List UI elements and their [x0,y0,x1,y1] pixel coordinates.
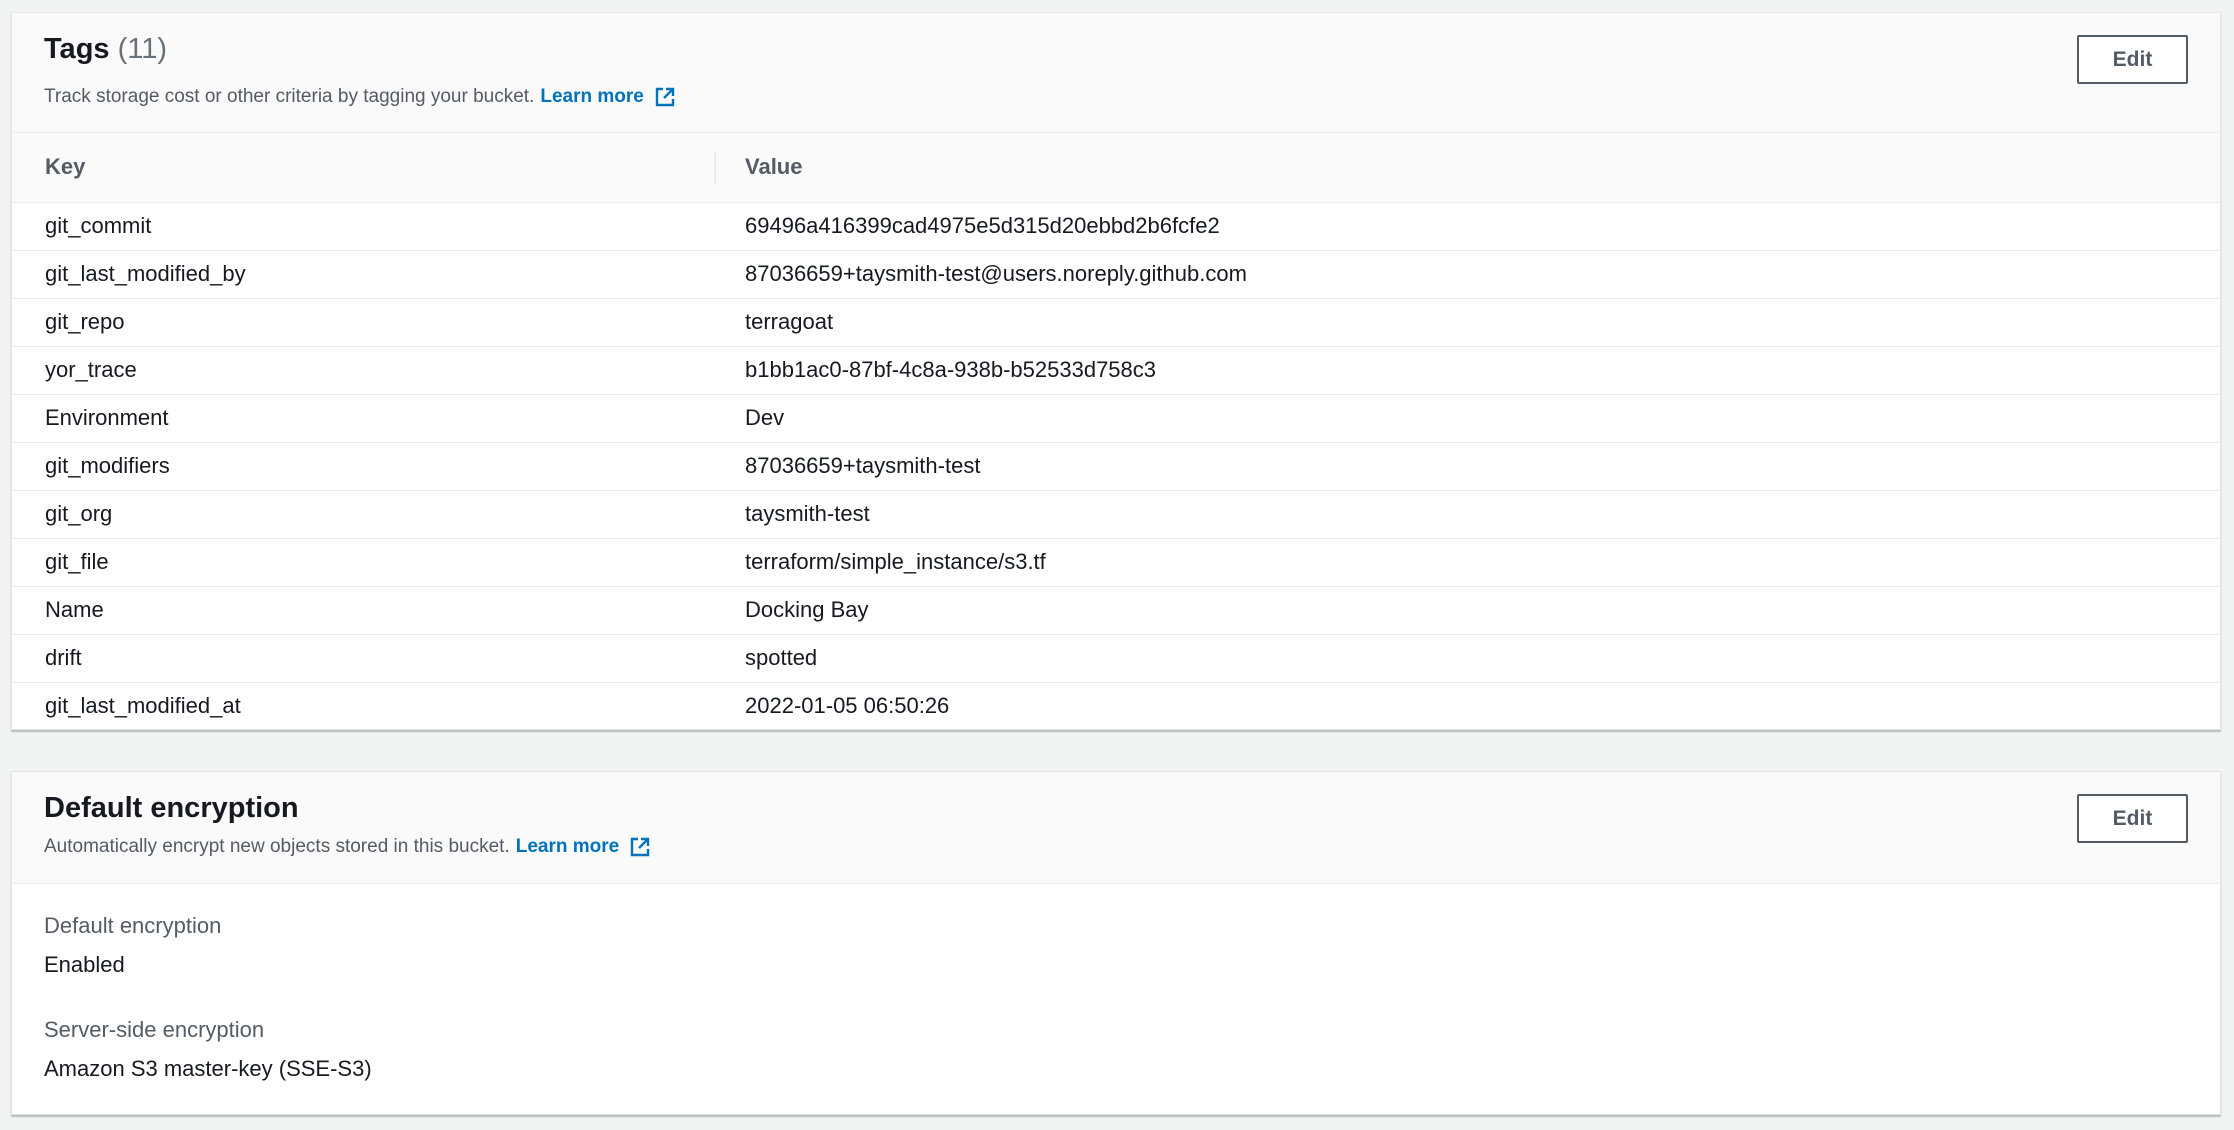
default-encryption-value: Enabled [44,952,125,977]
column-header-key[interactable]: Key [12,133,714,202]
encryption-title: Default encryption [44,792,299,824]
encryption-panel: Default encryption Automatically encrypt… [11,771,2221,1115]
default-encryption-label: Default encryption [44,913,222,938]
tag-key: git_repo [12,298,714,347]
table-row: git_last_modified_by 87036659+taysmith-te… [12,250,2220,299]
server-side-encryption-label: Server-side encryption [44,1017,265,1042]
table-row: Name Docking Bay [12,586,2220,635]
encryption-learn-more-link[interactable]: Learn more [516,836,619,858]
tag-value: 2022-01-05 06:50:26 [745,693,950,719]
tags-learn-more-link[interactable]: Learn more [540,86,643,108]
external-link-icon[interactable] [629,836,651,858]
tag-value: 69496a416399cad4975e5d315d20ebbd2b6fcfe2 [714,202,2220,251]
tag-value: 87036659+taysmith-test@users.noreply.git… [714,250,2220,299]
tag-key: git_last_modified_at [45,693,241,719]
tag-key: git_modifiers [12,442,714,491]
tag-key: git_last_modified_by [12,250,714,299]
tags-count: (11) [117,33,168,65]
server-side-encryption-value: Amazon S3 master-key (SSE-S3) [44,1056,372,1081]
table-row: git_last_modified_at 2022-01-05 06:50:26 [12,682,2220,730]
encryption-edit-button[interactable]: Edit [2077,794,2188,843]
table-row: git_file terraform/simple_instance/s3.tf [12,538,2220,587]
external-link-icon[interactable] [654,86,676,108]
tags-table-header-row: Key Value [12,133,2220,202]
column-divider[interactable] [714,151,716,185]
tag-key: git_file [12,538,714,587]
tags-description: Track storage cost or other criteria by … [44,86,676,108]
tags-table-body: git_commit 69496a416399cad4975e5d315d20eb… [12,202,2220,730]
tag-value: taysmith-test [714,490,2220,539]
tags-title-text: Tags [44,33,110,65]
tag-key: Environment [12,394,714,443]
tag-key: yor_trace [12,346,714,395]
tags-panel: Tags (11) Track storage cost or other cr… [11,12,2221,730]
table-row: drift spotted [12,634,2220,683]
encryption-description: Automatically encrypt new objects stored… [44,836,651,858]
tag-key: git_org [12,490,714,539]
tag-value: Docking Bay [714,586,2220,635]
tag-value: b1bb1ac0-87bf-4c8a-938b-b52533d758c3 [714,346,2220,395]
table-row: git_commit 69496a416399cad4975e5d315d20eb… [12,202,2220,251]
tags-title: Tags (11) [44,33,167,66]
tags-table: Key Value git_commit 69496a416399cad4975e… [12,133,2220,730]
tags-edit-button[interactable]: Edit [2077,35,2188,84]
table-row: Environment Dev [12,394,2220,443]
tags-header: Tags (11) Track storage cost or other cr… [12,13,2220,133]
tag-value: 87036659+taysmith-test [714,442,2220,491]
tag-key: git_commit [12,202,714,251]
tag-key: Name [12,586,714,635]
column-header-value-label: Value [745,154,803,180]
tags-description-text: Track storage cost or other criteria by … [44,86,535,107]
tag-value: terragoat [714,298,2220,347]
table-row: git_modifiers 87036659+taysmith-test [12,442,2220,491]
encryption-description-text: Automatically encrypt new objects stored… [44,836,510,857]
encryption-header: Default encryption Automatically encrypt… [12,772,2220,884]
table-row: yor_trace b1bb1ac0-87bf-4c8a-938b-b52533d… [12,346,2220,395]
table-row: git_repo terragoat [12,298,2220,347]
tag-key: drift [12,634,714,683]
tag-value: Dev [714,394,2220,443]
tag-value: spotted [714,634,2220,683]
tag-value: terraform/simple_instance/s3.tf [714,538,2220,587]
table-row: git_org taysmith-test [12,490,2220,539]
column-header-value[interactable]: Value [714,133,2220,202]
